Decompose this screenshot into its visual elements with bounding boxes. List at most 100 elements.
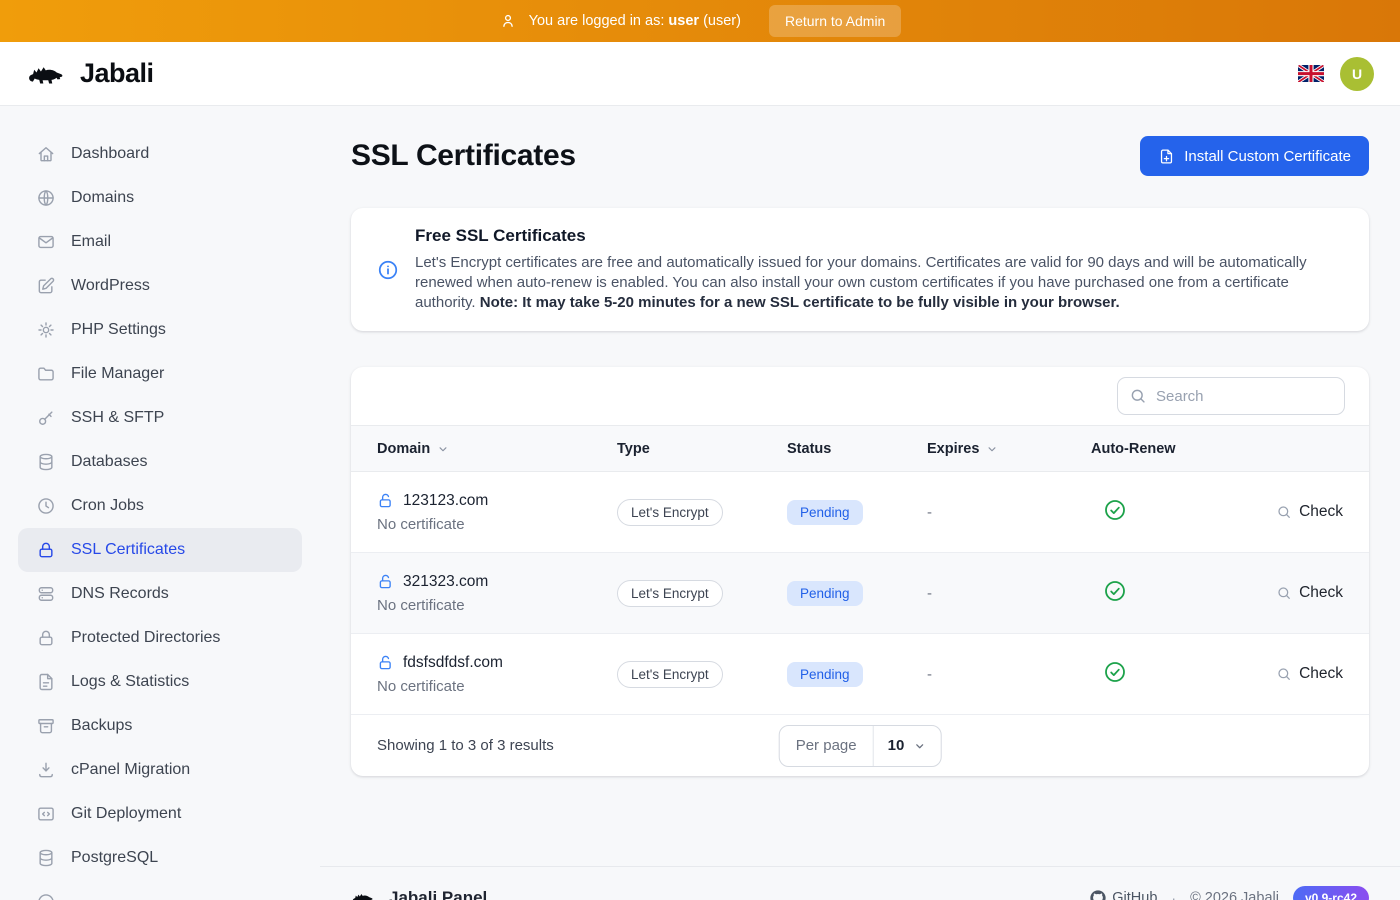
code-icon [36, 804, 56, 824]
domain-name: 321323.com [403, 573, 488, 591]
page-title: SSL Certificates [351, 139, 576, 173]
sidebar-item-git-deployment[interactable]: Git Deployment [18, 792, 302, 836]
sidebar-item-label: Logs & Statistics [71, 673, 189, 691]
domain-link[interactable]: 123123.com [377, 492, 617, 510]
sidebar-item-label: Email [71, 233, 111, 251]
status-badge: Pending [787, 500, 863, 525]
auto-renew-check-icon [1103, 498, 1127, 522]
lock-icon [36, 540, 56, 560]
sidebar-item-dashboard[interactable]: Dashboard [18, 132, 302, 176]
sidebar-item-ssl-certificates[interactable]: SSL Certificates [18, 528, 302, 572]
table-header-row: DomainTypeStatusExpiresAuto-Renew [351, 425, 1369, 472]
per-page-control[interactable]: Per page 10 [779, 725, 942, 767]
sidebar-item-cron-jobs[interactable]: Cron Jobs [18, 484, 302, 528]
lock-icon [36, 628, 56, 648]
sidebar-nav: Dashboard Domains Email WordPressPHP Settin… [0, 106, 320, 899]
github-icon [1090, 890, 1106, 900]
sidebar-item-label: cPanel Migration [71, 761, 190, 779]
sidebar-item-label: PostgreSQL [71, 849, 158, 867]
sidebar-item-hidden[interactable] [18, 880, 302, 900]
uk-flag-icon[interactable] [1298, 65, 1324, 83]
table-row: 321323.comNo certificateLet's EncryptPen… [351, 553, 1369, 634]
logged-in-username: user [668, 13, 699, 29]
globe-icon [36, 188, 56, 208]
sidebar-item-php-settings[interactable]: PHP Settings [18, 308, 302, 352]
per-page-label: Per page [780, 726, 874, 766]
check-button[interactable]: Check [1267, 665, 1343, 683]
status-badge: Pending [787, 662, 863, 687]
sidebar-item-label: File Manager [71, 365, 164, 383]
table-row: fdsfsdfdsf.comNo certificateLet's Encryp… [351, 634, 1369, 715]
info-banner: Free SSL Certificates Let's Encrypt cert… [351, 208, 1369, 331]
lock-open-icon [377, 492, 395, 510]
sidebar-item-email[interactable]: Email [18, 220, 302, 264]
sidebar-item-label: Cron Jobs [71, 497, 144, 515]
domain-link[interactable]: fdsfsdfdsf.com [377, 654, 617, 672]
sidebar-item-domains[interactable]: Domains [18, 176, 302, 220]
user-avatar[interactable]: U [1340, 57, 1374, 91]
install-custom-certificate-button[interactable]: Install Custom Certificate [1140, 136, 1369, 176]
home-icon [36, 144, 56, 164]
brand-name: Jabali [80, 58, 154, 89]
app-header: Jabali U [0, 42, 1400, 106]
chevron-down-icon [436, 442, 450, 456]
footer-separator: · [1171, 890, 1176, 900]
sidebar-item-postgresql[interactable]: PostgreSQL [18, 836, 302, 880]
github-link[interactable]: GitHub [1090, 890, 1157, 900]
per-page-select[interactable]: 10 [874, 726, 941, 766]
download-icon [36, 760, 56, 780]
main-area: SSL Certificates Install Custom Certific… [320, 106, 1400, 899]
sidebar-item-dns-records[interactable]: DNS Records [18, 572, 302, 616]
return-to-admin-button[interactable]: Return to Admin [769, 5, 901, 37]
table-row: 123123.com No certificateLet's Encrypt Pen… [351, 472, 1369, 553]
auto-renew-check-icon [1103, 579, 1127, 603]
auto-renew-check-icon [1103, 660, 1127, 684]
type-badge: Let's Encrypt [617, 580, 723, 607]
sidebar-item-label: DNS Records [71, 585, 169, 603]
info-icon [377, 259, 399, 281]
domain-link[interactable]: 321323.com [377, 573, 617, 591]
expires-value: - [927, 666, 1091, 683]
database-icon [36, 848, 56, 868]
version-badge: v0.9-rc42 [1293, 886, 1369, 900]
column-header-expires[interactable]: Expires [927, 441, 1091, 457]
sidebar-item-label: Dashboard [71, 145, 149, 163]
sidebar-item-file-manager[interactable]: File Manager [18, 352, 302, 396]
sidebar-item-cpanel-migration[interactable]: cPanel Migration [18, 748, 302, 792]
clock-icon [36, 496, 56, 516]
chevron-down-icon [912, 739, 926, 753]
folder-icon [36, 364, 56, 384]
expires-value: - [927, 504, 1091, 521]
check-button[interactable]: Check [1267, 503, 1343, 521]
column-header-domain[interactable]: Domain [377, 441, 617, 457]
sidebar-item-label: Databases [71, 453, 148, 471]
logged-in-text: You are logged in as: user (user) [529, 13, 741, 29]
file-text-icon [36, 672, 56, 692]
type-badge: Let's Encrypt [617, 499, 723, 526]
search-icon [1276, 585, 1292, 601]
sidebar-item-logs-statistics[interactable]: Logs & Statistics [18, 660, 302, 704]
footer-copyright: © 2026 Jabali [1190, 890, 1279, 900]
sidebar-item-label: SSH & SFTP [71, 409, 164, 427]
sidebar-item-databases[interactable]: Databases [18, 440, 302, 484]
column-header-status: Status [787, 441, 927, 457]
certificates-table-card: DomainTypeStatusExpiresAuto-Renew 123123… [351, 367, 1369, 776]
check-button[interactable]: Check [1267, 584, 1343, 602]
domain-cell: 321323.comNo certificate [377, 573, 617, 614]
certificate-subtitle: No certificate [377, 516, 617, 533]
brand-logo[interactable]: Jabali [26, 57, 154, 91]
sidebar-item-wordpress[interactable]: WordPress [18, 264, 302, 308]
table-footer: Showing 1 to 3 of 3 results Per page 10 [351, 715, 1369, 776]
page-footer: Jabali Panel GitHub · © 2026 Jabali v0.9… [320, 866, 1400, 900]
chevron-down-icon [985, 442, 999, 456]
sidebar-item-ssh-sftp[interactable]: SSH & SFTP [18, 396, 302, 440]
key-icon [36, 408, 56, 428]
edit-icon [36, 276, 56, 296]
sidebar-item-protected-directories[interactable]: Protected Directories [18, 616, 302, 660]
sidebar-item-backups[interactable]: Backups [18, 704, 302, 748]
type-badge: Let's Encrypt [617, 661, 723, 688]
search-input[interactable] [1117, 377, 1345, 415]
column-header-type: Type [617, 441, 787, 457]
domain-name: fdsfsdfdsf.com [403, 654, 503, 672]
footer-brand: Jabali Panel [389, 888, 487, 900]
